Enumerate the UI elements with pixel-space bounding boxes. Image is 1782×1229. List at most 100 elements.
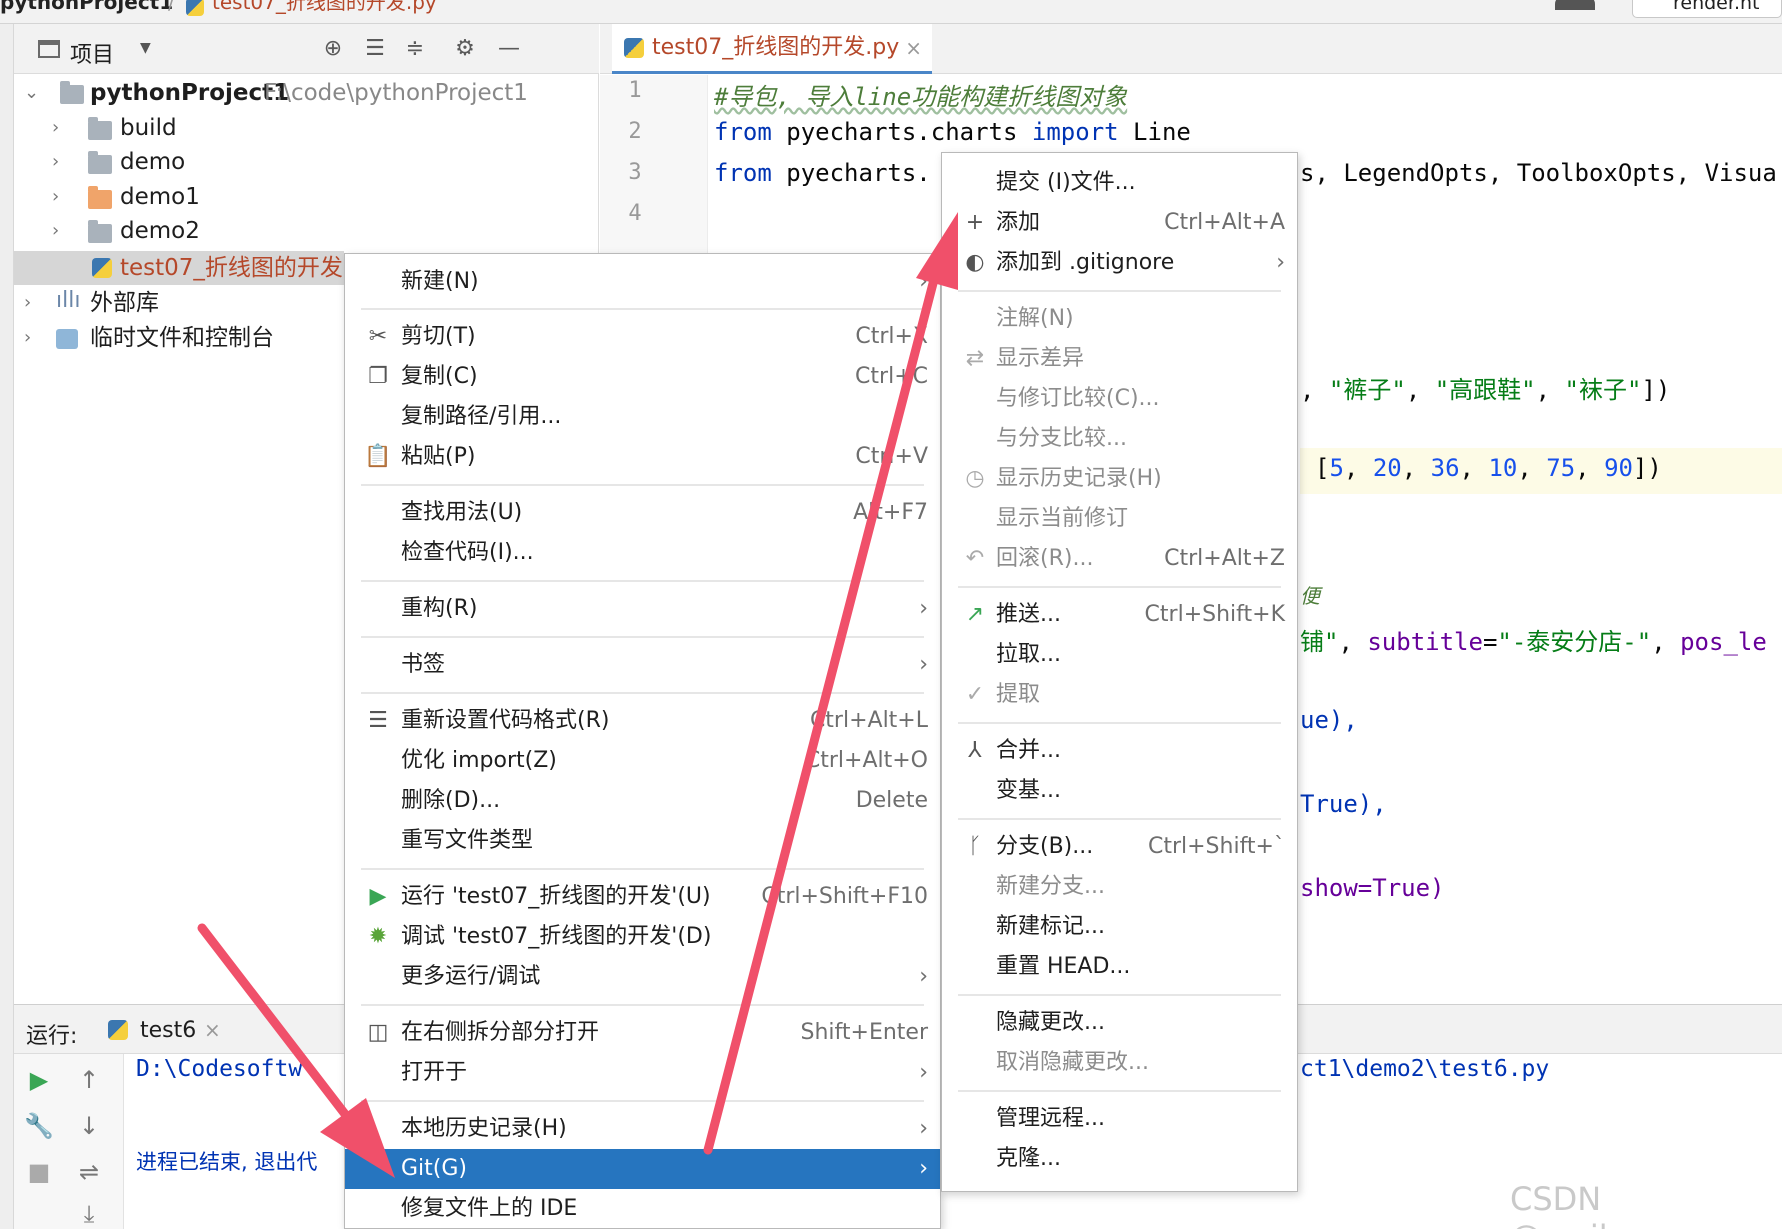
git-add[interactable]: + 添加 Ctrl+Alt+A bbox=[942, 203, 1297, 243]
git-annotate[interactable]: 注解(N) bbox=[942, 299, 1297, 339]
run-tab[interactable]: test6 bbox=[140, 1018, 196, 1043]
tree-libs-label: 外部库 bbox=[90, 290, 159, 316]
close-icon[interactable]: × bbox=[204, 1018, 221, 1042]
git-merge[interactable]: ⅄ 合并... bbox=[942, 731, 1297, 771]
git-show-current-revision[interactable]: 显示当前修订 bbox=[942, 499, 1297, 539]
git-reset-head[interactable]: 重置 HEAD... bbox=[942, 947, 1297, 987]
menu-item-override-type[interactable]: 重写文件类型 bbox=[345, 821, 940, 861]
menu-item-inspect-code[interactable]: 检查代码(I)... bbox=[345, 533, 940, 573]
git-rollback[interactable]: ↶ 回滚(R)... Ctrl+Alt+Z bbox=[942, 539, 1297, 579]
menu-item-find-usages[interactable]: 查找用法(U) Alt+F7 bbox=[345, 493, 940, 533]
menu-item-debug[interactable]: ✹ 调试 'test07_折线图的开发'(D) bbox=[345, 917, 940, 957]
chevron-right-icon[interactable]: › bbox=[52, 111, 59, 145]
menu-separator bbox=[958, 722, 1281, 724]
close-icon[interactable]: × bbox=[905, 24, 922, 72]
code-fragment-title[interactable]: 铺", subtitle="-泰安分店-", pos_le bbox=[1300, 622, 1767, 657]
tree-file-label: test07_折线图的开发.p bbox=[120, 255, 365, 281]
git-stash[interactable]: 隐藏更改... bbox=[942, 1003, 1297, 1043]
code-fragment-true1[interactable]: ue), bbox=[1300, 706, 1358, 734]
menu-item-new[interactable]: 新建(N) › bbox=[345, 262, 940, 302]
git-compare-branch[interactable]: 与分支比较... bbox=[942, 419, 1297, 459]
code-punct: , bbox=[1300, 376, 1329, 404]
folder-icon bbox=[88, 117, 112, 140]
editor-tab[interactable]: test07_折线图的开发.py × bbox=[612, 24, 932, 74]
menu-shortcut: Ctrl+V bbox=[855, 444, 928, 469]
gear-icon[interactable]: ⚙ bbox=[452, 36, 478, 62]
collapse-all-icon[interactable]: ≑ bbox=[402, 36, 428, 62]
chevron-right-icon[interactable]: › bbox=[24, 286, 31, 320]
git-commit-file[interactable]: 提交 (I)文件... bbox=[942, 163, 1297, 203]
arrow-up-icon[interactable]: ↑ bbox=[74, 1066, 104, 1094]
gitignore-icon: ◐ bbox=[965, 250, 985, 275]
rerun-icon[interactable]: ▶ bbox=[24, 1066, 54, 1094]
git-new-branch[interactable]: 新建分支... bbox=[942, 867, 1297, 907]
code-line2[interactable]: from pyecharts.charts import Line bbox=[714, 118, 1191, 146]
code-line3[interactable]: from pyecharts. bbox=[714, 159, 931, 187]
git-new-tag[interactable]: 新建标记... bbox=[942, 907, 1297, 947]
git-fetch[interactable]: ✓ 提取 bbox=[942, 675, 1297, 715]
code-fragment-true2[interactable]: True), bbox=[1300, 790, 1387, 818]
keyword-from: from bbox=[714, 159, 772, 187]
code-fragment-opts[interactable]: s, LegendOpts, ToolboxOpts, Visua bbox=[1300, 159, 1777, 187]
menu-item-optimize-imports[interactable]: 优化 import(Z) Ctrl+Alt+O bbox=[345, 741, 940, 781]
menu-item-copy[interactable]: ❐ 复制(C) Ctrl+C bbox=[345, 357, 940, 397]
code-comment-line1[interactable]: #导包, 导入line功能构建折线图对象 bbox=[714, 77, 1127, 112]
git-add-gitignore[interactable]: ◐ 添加到 .gitignore › bbox=[942, 243, 1297, 283]
menu-item-repair-ide[interactable]: 修复文件上的 IDE bbox=[345, 1189, 940, 1229]
menu-item-split-right[interactable]: ◫ 在右侧拆分部分打开 Shift+Enter bbox=[345, 1013, 940, 1053]
breadcrumb-project[interactable]: pythonProject1 bbox=[0, 0, 173, 12]
navigation-bar: pythonProject1 / test07_折线图的开发.py render… bbox=[0, 0, 1782, 24]
git-manage-remotes[interactable]: 管理远程... bbox=[942, 1099, 1297, 1139]
menu-item-more-run[interactable]: 更多运行/调试 › bbox=[345, 957, 940, 997]
menu-item-cut[interactable]: ✂ 剪切(T) Ctrl+X bbox=[345, 317, 940, 357]
tree-root-path: F:\code\pythonProject1 bbox=[264, 80, 528, 106]
locate-icon[interactable]: ⊕ bbox=[320, 36, 346, 62]
git-branches[interactable]: ᚴ 分支(B)... Ctrl+Shift+` bbox=[942, 827, 1297, 867]
menu-label: Git(G) bbox=[401, 1156, 467, 1181]
arrow-down-icon[interactable]: ↓ bbox=[74, 1112, 104, 1140]
menu-item-reformat[interactable]: ☰ 重新设置代码格式(R) Ctrl+Alt+L bbox=[345, 701, 940, 741]
chevron-right-icon[interactable]: › bbox=[52, 214, 59, 248]
code-fragment-xaxis[interactable]: , "裤子", "高跟鞋", "袜子"]) bbox=[1300, 370, 1670, 405]
git-show-history[interactable]: ◷ 显示历史记录(H) bbox=[942, 459, 1297, 499]
menu-item-copy-path[interactable]: 复制路径/引用... bbox=[345, 397, 940, 437]
menu-item-delete[interactable]: 删除(D)... Delete bbox=[345, 781, 940, 821]
git-show-diff[interactable]: ⇄ 显示差异 bbox=[942, 339, 1297, 379]
chevron-right-icon[interactable]: › bbox=[52, 145, 59, 179]
chevron-down-icon[interactable]: ⌄ bbox=[24, 76, 39, 110]
expand-all-icon[interactable]: ☰ bbox=[362, 36, 388, 62]
wrench-icon[interactable]: 🔧 bbox=[24, 1112, 54, 1140]
folder-icon bbox=[88, 151, 112, 174]
wrap-icon[interactable]: ⇌ bbox=[74, 1158, 104, 1186]
console-line2: 进程已结束, 退出代 bbox=[136, 1150, 318, 1174]
menu-item-local-history[interactable]: 本地历史记录(H) › bbox=[345, 1109, 940, 1149]
menu-item-run[interactable]: ▶ 运行 'test07_折线图的开发'(U) Ctrl+Shift+F10 bbox=[345, 877, 940, 917]
breadcrumb-file[interactable]: test07_折线图的开发.py bbox=[212, 0, 437, 12]
console-line1-tail: ct1\demo2\test6.py bbox=[1300, 1056, 1550, 1082]
git-unstash[interactable]: 取消隐藏更改... bbox=[942, 1043, 1297, 1083]
menu-item-refactor[interactable]: 重构(R) › bbox=[345, 589, 940, 629]
code-fragment-comment[interactable]: 便 bbox=[1300, 580, 1320, 609]
menu-item-paste[interactable]: 📋 粘贴(P) Ctrl+V bbox=[345, 437, 940, 477]
hide-icon[interactable]: — bbox=[496, 36, 522, 62]
git-pull[interactable]: 拉取... bbox=[942, 635, 1297, 675]
git-clone[interactable]: 克隆... bbox=[942, 1139, 1297, 1179]
git-push[interactable]: ↗ 推送... Ctrl+Shift+K bbox=[942, 595, 1297, 635]
chevron-down-icon[interactable]: ▼ bbox=[140, 40, 151, 56]
chevron-right-icon[interactable]: › bbox=[24, 321, 31, 355]
menu-item-open-in[interactable]: 打开于 › bbox=[345, 1053, 940, 1093]
menu-item-bookmarks[interactable]: 书签 › bbox=[345, 645, 940, 685]
menu-separator bbox=[958, 586, 1281, 588]
git-rebase[interactable]: 变基... bbox=[942, 771, 1297, 811]
code-fragment-show[interactable]: show=True) bbox=[1300, 874, 1445, 902]
git-compare-revision[interactable]: 与修订比较(C)... bbox=[942, 379, 1297, 419]
menu-separator bbox=[361, 636, 924, 638]
scroll-end-icon[interactable]: ⤓ bbox=[74, 1200, 104, 1228]
chevron-right-icon[interactable]: › bbox=[52, 180, 59, 214]
code-fragment-values[interactable]: [5, 20, 36, 10, 75, 90]) bbox=[1315, 454, 1662, 482]
project-panel-title[interactable]: 项目 bbox=[70, 37, 114, 69]
stop-icon[interactable]: ■ bbox=[24, 1158, 54, 1186]
run-configuration-select[interactable]: render.ht bbox=[1632, 0, 1782, 18]
menu-item-git[interactable]: Git(G) › bbox=[345, 1149, 940, 1189]
user-icon[interactable] bbox=[1555, 0, 1595, 10]
